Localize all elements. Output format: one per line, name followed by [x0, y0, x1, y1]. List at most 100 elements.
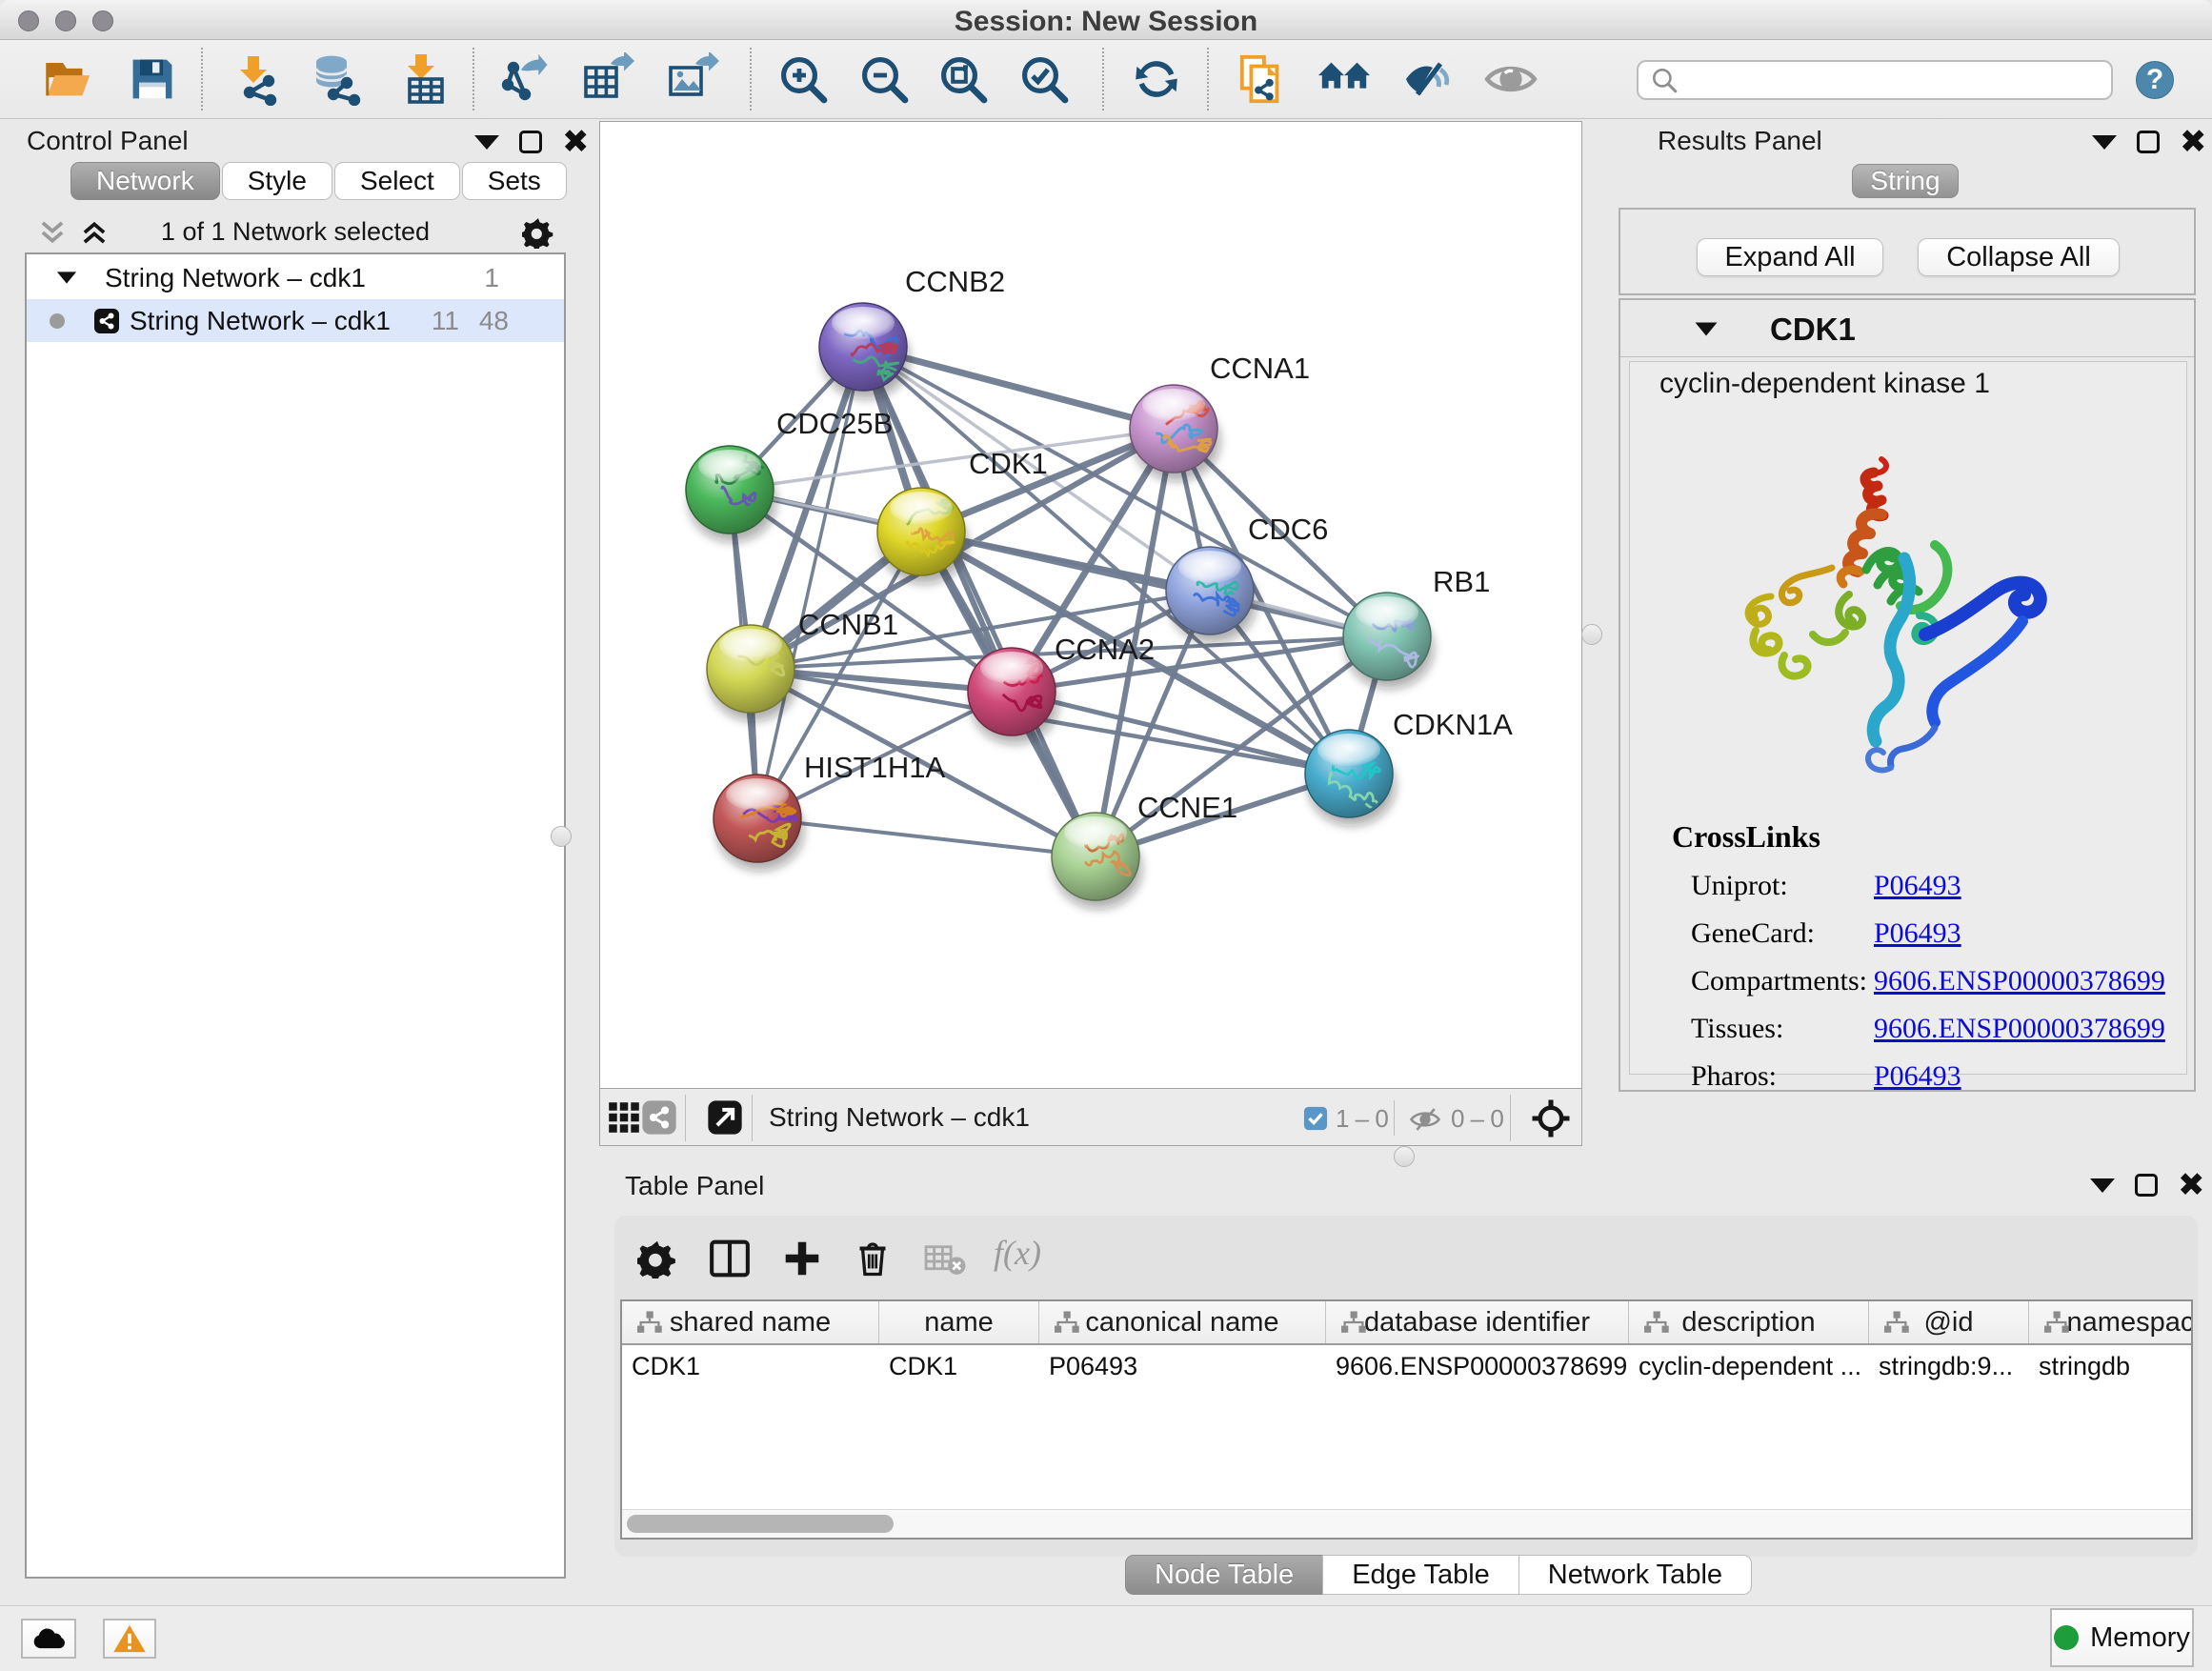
save-session-icon[interactable] — [123, 50, 182, 109]
delete-table-icon[interactable] — [921, 1235, 969, 1282]
network-collection-row[interactable]: String Network – cdk1 1 — [27, 256, 564, 299]
table-cell[interactable]: stringdb — [2029, 1345, 2193, 1387]
right-splitter-handle[interactable] — [1581, 624, 1602, 645]
column-header-database-identifier[interactable]: database identifier — [1326, 1301, 1629, 1343]
table-cell[interactable]: P06493 — [1039, 1345, 1326, 1387]
node-CCNB1[interactable] — [707, 625, 797, 721]
table-cell[interactable]: CDK1 — [622, 1345, 879, 1387]
control-tab-style[interactable]: Style — [222, 162, 332, 200]
column-header-name[interactable]: name — [879, 1301, 1039, 1343]
toolbar-separator — [1207, 48, 1209, 111]
add-column-icon[interactable] — [778, 1235, 826, 1282]
copy-style-icon[interactable] — [1233, 50, 1292, 109]
table-header-row: shared namenamecanonical namedatabase id… — [622, 1301, 2193, 1345]
fit-selected-crosshair-icon[interactable] — [1531, 1098, 1571, 1138]
split-table-icon[interactable] — [706, 1235, 754, 1282]
control-tab-select[interactable]: Select — [334, 162, 460, 200]
float-panel-icon[interactable] — [474, 135, 499, 150]
import-network-file-icon[interactable] — [226, 50, 285, 109]
left-splitter-handle[interactable] — [551, 826, 572, 847]
table-row[interactable]: CDK1CDK1P064939606.ENSP00000378699cyclin… — [622, 1345, 2193, 1387]
table-cell[interactable]: cyclin-dependent ... — [1629, 1345, 1869, 1387]
results-tab-string[interactable]: String — [1852, 164, 1959, 198]
close-panel-icon[interactable]: ✖ — [562, 131, 590, 153]
maximize-panel-icon[interactable] — [2137, 131, 2160, 153]
column-header-canonical-name[interactable]: canonical name — [1039, 1301, 1326, 1343]
node-CCNE1[interactable] — [1052, 813, 1142, 909]
memory-button[interactable]: Memory — [2050, 1608, 2194, 1667]
node-CCNA1[interactable] — [1130, 385, 1220, 481]
column-header-namespace[interactable]: namespace — [2029, 1301, 2193, 1343]
maximize-panel-icon[interactable] — [2135, 1174, 2158, 1197]
node-CDK1[interactable] — [877, 488, 968, 584]
table-type-tabs: Node TableEdge TableNetwork Table — [1126, 1555, 1752, 1595]
float-panel-icon[interactable] — [2092, 135, 2117, 150]
zoom-selected-icon[interactable] — [1015, 50, 1074, 109]
table-horizontal-scrollbar[interactable] — [622, 1509, 2191, 1538]
node-RB1[interactable] — [1343, 593, 1434, 689]
show-all-icon[interactable] — [1481, 50, 1540, 109]
close-panel-icon[interactable]: ✖ — [2178, 1174, 2205, 1197]
network-share-icon[interactable] — [638, 1097, 680, 1138]
import-network-database-icon[interactable] — [308, 50, 367, 109]
column-header-shared-name[interactable]: shared name — [622, 1301, 879, 1343]
help-button[interactable]: ? — [2136, 61, 2174, 99]
crosslink-label: Pharos: — [1691, 1060, 1874, 1093]
collapse-all-button[interactable]: Collapse All — [1918, 238, 2120, 276]
crosslink-value-link[interactable]: 9606.ENSP00000378699 — [1874, 965, 2165, 997]
table-cell[interactable]: CDK1 — [879, 1345, 1039, 1387]
tab-edge-table[interactable]: Edge Table — [1322, 1555, 1519, 1595]
network-row-selected[interactable]: String Network – cdk1 11 48 — [27, 299, 564, 342]
open-session-icon[interactable] — [38, 50, 97, 109]
control-tab-sets[interactable]: Sets — [462, 162, 567, 200]
collection-disclosure-icon[interactable] — [57, 272, 76, 283]
cloud-button[interactable] — [21, 1619, 76, 1659]
apply-layout-icon[interactable] — [1127, 50, 1186, 109]
control-tab-network[interactable]: Network — [70, 162, 220, 200]
zoom-in-icon[interactable] — [774, 50, 833, 109]
crosslink-value-link[interactable]: P06493 — [1874, 870, 1961, 902]
scrollbar-thumb[interactable] — [627, 1515, 894, 1533]
hide-selected-icon[interactable] — [1399, 50, 1458, 109]
column-model-icon — [1053, 1310, 1081, 1335]
warnings-button[interactable] — [103, 1619, 156, 1659]
node-CDC25B[interactable] — [686, 446, 776, 542]
first-neighbors-icon[interactable] — [1315, 50, 1374, 109]
expand-all-button[interactable]: Expand All — [1697, 238, 1883, 276]
zoom-fit-icon[interactable] — [934, 50, 993, 109]
node-CCNA2[interactable] — [968, 648, 1058, 744]
crosslink-value-link[interactable]: P06493 — [1874, 917, 1961, 950]
export-network-icon[interactable] — [497, 50, 556, 109]
node-CDKN1A[interactable] — [1305, 730, 1396, 826]
column-header--id[interactable]: @id — [1869, 1301, 2029, 1343]
search-input[interactable] — [1679, 64, 2111, 96]
gene-section-header[interactable]: CDK1 — [1620, 300, 2194, 357]
table-cell[interactable]: stringdb:9... — [1869, 1345, 2029, 1387]
edge-CCNB2-RB1[interactable] — [863, 347, 1387, 636]
float-panel-icon[interactable] — [2090, 1178, 2115, 1193]
export-table-icon[interactable] — [579, 50, 638, 109]
function-builder-icon[interactable]: f(x) — [994, 1233, 1041, 1273]
maximize-panel-icon[interactable] — [519, 131, 542, 153]
column-header-description[interactable]: description — [1629, 1301, 1869, 1343]
delete-columns-trash-icon[interactable] — [849, 1235, 896, 1282]
zoom-out-icon[interactable] — [855, 50, 914, 109]
close-panel-icon[interactable]: ✖ — [2180, 131, 2207, 153]
gene-disclosure-icon[interactable] — [1696, 323, 1718, 336]
node-HIST1H1A[interactable] — [714, 775, 804, 871]
export-image-icon[interactable] — [664, 50, 723, 109]
import-table-file-icon[interactable] — [393, 50, 452, 109]
tab-network-table[interactable]: Network Table — [1518, 1555, 1752, 1595]
network-canvas[interactable]: CCNB2CCNA1CDC25BCDK1CDC6RB1CCNB1CCNA2CDK… — [599, 121, 1582, 1089]
node-CCNB2[interactable] — [819, 303, 910, 399]
detach-view-icon[interactable] — [704, 1097, 746, 1138]
crosslink-value-link[interactable]: 9606.ENSP00000378699 — [1874, 1013, 2165, 1045]
selected-checkbox-icon[interactable] — [1303, 1106, 1328, 1131]
table-cell[interactable]: 9606.ENSP00000378699 — [1326, 1345, 1629, 1387]
table-settings-gear-icon[interactable] — [633, 1235, 681, 1282]
edge-HIST1H1A-CCNE1[interactable] — [757, 818, 1096, 856]
node-CDC6[interactable] — [1166, 547, 1257, 643]
tab-node-table[interactable]: Node Table — [1125, 1555, 1323, 1595]
network-options-gear-icon[interactable] — [522, 216, 554, 249]
crosslink-value-link[interactable]: P06493 — [1874, 1060, 1961, 1093]
